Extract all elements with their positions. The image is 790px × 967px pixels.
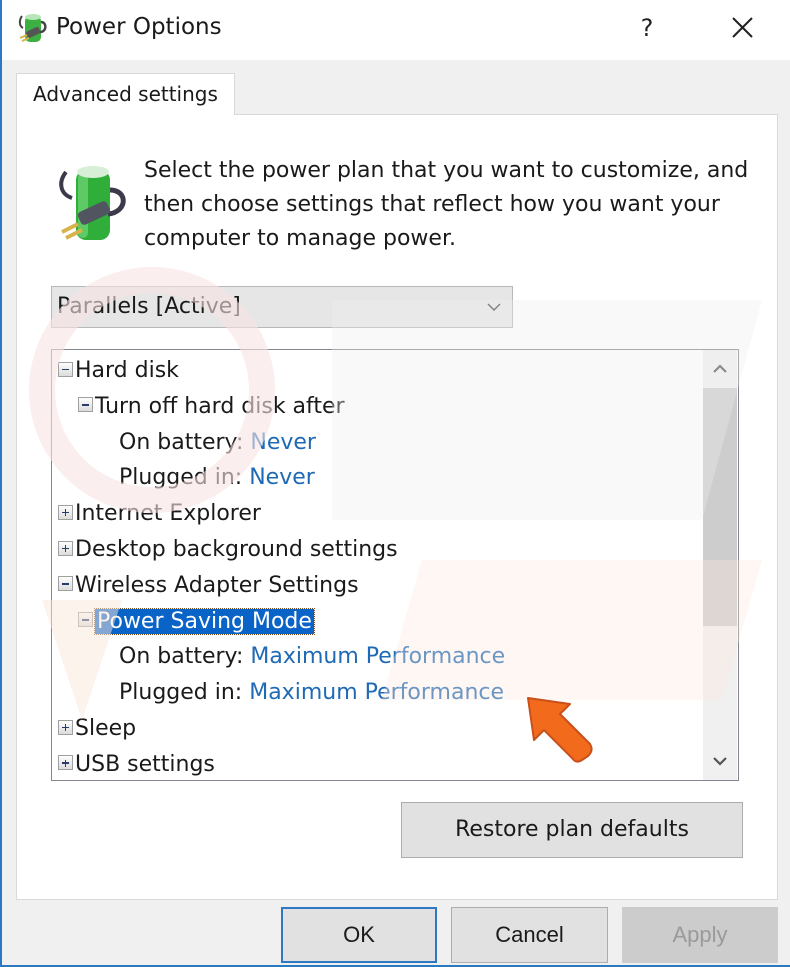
collapse-minus-icon[interactable] <box>78 612 93 628</box>
tree-node-label[interactable]: Sleep <box>75 716 136 741</box>
power-plan-icon <box>59 166 126 240</box>
tree-node-label[interactable]: Turn off hard disk after <box>95 394 345 419</box>
tree-row[interactable]: On battery: Never <box>119 426 316 460</box>
tree-scrollbar[interactable] <box>703 350 737 780</box>
setting-value-link[interactable]: Never <box>249 465 315 490</box>
ok-button[interactable]: OK <box>281 907 437 963</box>
setting-label: On battery: <box>119 644 244 670</box>
window-title: Power Options <box>56 14 222 40</box>
setting-value-link[interactable]: Never <box>250 430 316 455</box>
expand-plus-icon[interactable] <box>58 504 73 520</box>
tree-node-label[interactable]: Power Saving Mode <box>94 607 315 635</box>
tree-row[interactable]: Plugged in: Maximum Performance <box>119 676 504 710</box>
close-icon[interactable] <box>724 10 760 46</box>
setting-value-link[interactable]: Maximum Performance <box>249 680 504 705</box>
annotation-arrow-icon <box>527 697 593 763</box>
chevron-down-icon <box>487 303 501 311</box>
tree-row[interactable]: Hard disk <box>58 354 179 388</box>
setting-value-link[interactable]: Maximum Performance <box>250 644 505 669</box>
collapse-minus-icon[interactable] <box>78 397 93 413</box>
tree-node-label[interactable]: Desktop background settings <box>75 537 398 562</box>
scroll-up-icon[interactable] <box>703 350 737 386</box>
tab-advanced-settings[interactable]: Advanced settings <box>16 73 235 115</box>
apply-button: Apply <box>622 907 778 963</box>
tree-row[interactable]: Sleep <box>58 712 136 746</box>
tree-node-label[interactable]: Hard disk <box>75 358 179 383</box>
collapse-minus-icon[interactable] <box>58 576 73 592</box>
tree-row[interactable]: Plugged in: Never <box>119 461 315 495</box>
settings-tree[interactable]: Hard disk Turn off hard disk after On batt… <box>51 349 739 781</box>
intro-text: Select the power plan that you want to c… <box>144 158 749 251</box>
cancel-button[interactable]: Cancel <box>451 907 608 963</box>
expand-plus-icon[interactable] <box>58 755 73 771</box>
tree-row[interactable]: Internet Explorer <box>58 497 261 531</box>
tree-row[interactable]: On battery: Maximum Performance <box>119 640 505 674</box>
power-options-dialog: Power Options ? Advanced settings Select… <box>0 0 790 967</box>
tree-row[interactable]: Power Saving Mode <box>78 605 315 639</box>
tree-node-label[interactable]: Internet Explorer <box>75 501 261 526</box>
collapse-minus-icon[interactable] <box>58 361 73 377</box>
power-plan-select[interactable]: Parallels [Active] <box>51 286 513 328</box>
scroll-down-icon[interactable] <box>703 744 737 780</box>
expand-plus-icon[interactable] <box>58 540 73 556</box>
setting-label: On battery: <box>119 429 244 455</box>
restore-plan-defaults-button[interactable]: Restore plan defaults <box>401 802 743 858</box>
power-options-app-icon <box>18 14 47 42</box>
tree-row[interactable]: Turn off hard disk after <box>78 390 345 424</box>
help-button[interactable]: ? <box>632 10 662 46</box>
tree-node-label[interactable]: Wireless Adapter Settings <box>75 573 359 598</box>
expand-plus-icon[interactable] <box>58 719 73 735</box>
tree-row[interactable]: Wireless Adapter Settings <box>58 569 359 603</box>
tree-node-label[interactable]: USB settings <box>75 752 215 777</box>
title-bar: Power Options ? <box>2 0 790 60</box>
tree-row[interactable]: USB settings <box>58 748 215 780</box>
setting-label: Plugged in: <box>119 465 243 491</box>
setting-label: Plugged in: <box>119 680 243 706</box>
tree-row[interactable]: Desktop background settings <box>58 533 398 567</box>
scrollbar-thumb[interactable] <box>703 388 737 626</box>
plan-select-value: Parallels [Active] <box>57 294 241 319</box>
